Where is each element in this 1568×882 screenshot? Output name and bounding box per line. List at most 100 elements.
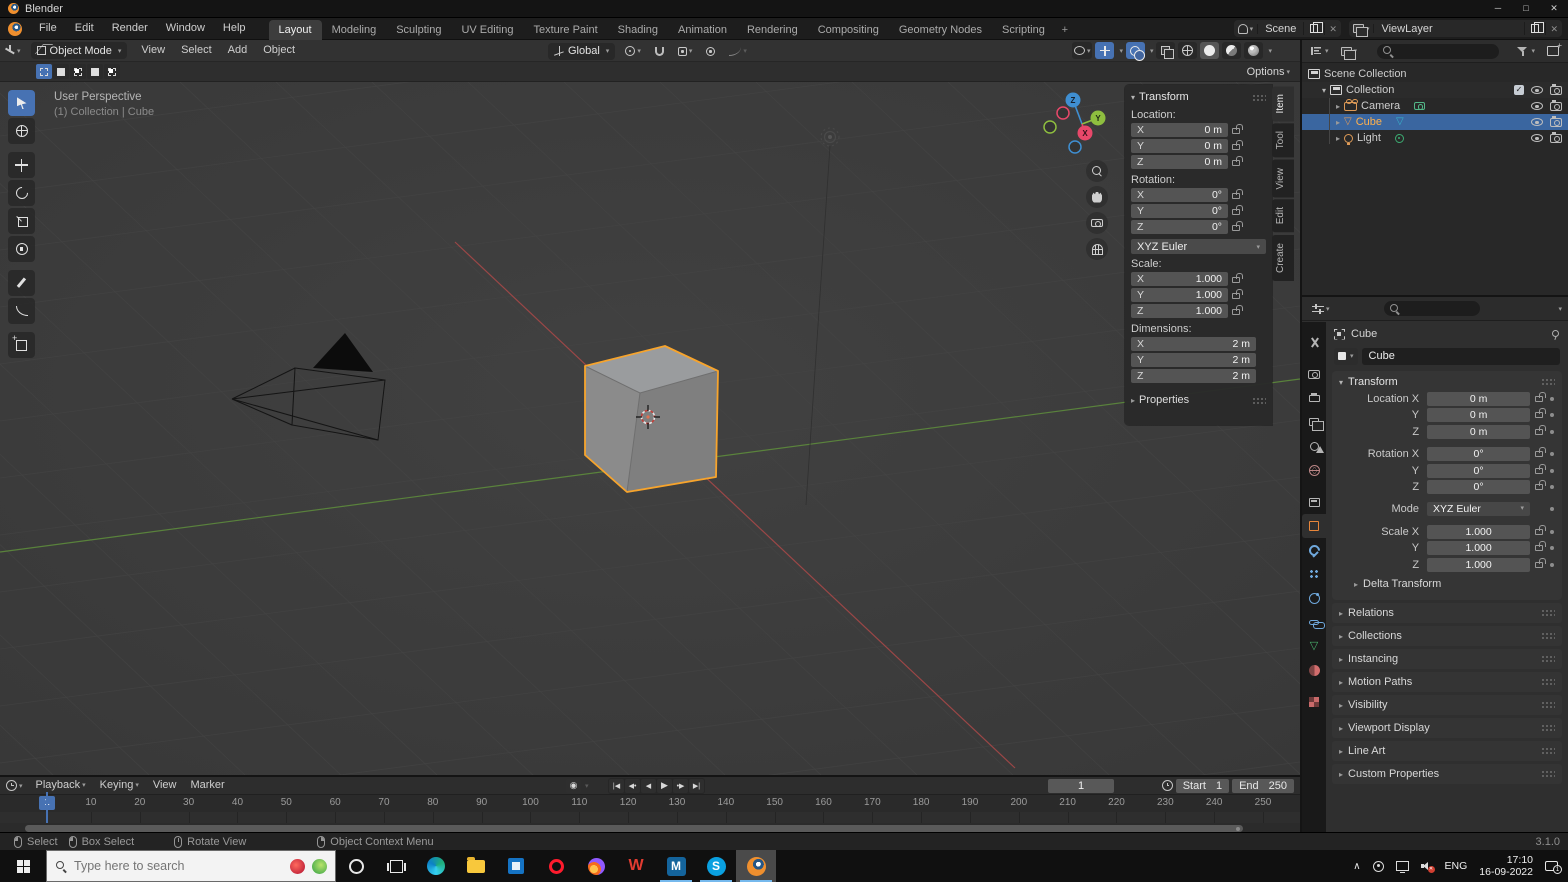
lock-open-icon[interactable] bbox=[1535, 408, 1546, 419]
section-custom-properties[interactable]: Custom Properties bbox=[1332, 763, 1562, 784]
maximize-button[interactable] bbox=[1512, 0, 1540, 17]
menu-keying[interactable]: Keying bbox=[93, 775, 146, 796]
taskbar-app-skype[interactable] bbox=[696, 850, 736, 882]
current-frame-field[interactable]: 1 bbox=[1048, 778, 1114, 793]
pin-icon[interactable] bbox=[1549, 329, 1560, 340]
tab-collection[interactable] bbox=[1302, 490, 1326, 514]
close-button[interactable] bbox=[1540, 0, 1568, 17]
proportional-falloff-dropdown[interactable] bbox=[725, 47, 751, 56]
workspace-tab-texture-paint[interactable]: Texture Paint bbox=[523, 20, 607, 40]
loc-z-field[interactable]: Z 0 m bbox=[1131, 155, 1228, 169]
lock-open-icon[interactable] bbox=[1535, 479, 1546, 490]
select-mode-invert[interactable] bbox=[87, 64, 103, 79]
timeline-channel[interactable] bbox=[0, 812, 1300, 823]
lock-open-icon[interactable] bbox=[1232, 140, 1243, 150]
lock-open-icon[interactable] bbox=[1535, 557, 1546, 568]
lock-open-icon[interactable] bbox=[1232, 189, 1243, 199]
proportional-edit-toggle[interactable] bbox=[702, 46, 719, 56]
camera-view-button[interactable] bbox=[1086, 212, 1108, 234]
disclosure-icon[interactable] bbox=[1322, 84, 1326, 96]
animate-dot[interactable] bbox=[1550, 507, 1554, 512]
tab-physics[interactable] bbox=[1302, 586, 1326, 610]
taskbar-app-file-explorer[interactable] bbox=[456, 850, 496, 882]
menu-playback[interactable]: Playback bbox=[29, 775, 93, 796]
snap-settings-dropdown[interactable] bbox=[674, 46, 697, 56]
menu-file[interactable]: File bbox=[30, 18, 66, 39]
rotation-mode-dropdown[interactable]: XYZ Euler bbox=[1131, 239, 1266, 254]
disclosure-icon[interactable] bbox=[1336, 132, 1340, 144]
perspective-toggle-button[interactable] bbox=[1086, 238, 1108, 260]
new-scene-button[interactable] bbox=[1303, 22, 1324, 35]
lock-open-icon[interactable] bbox=[1232, 305, 1243, 315]
animate-dot[interactable] bbox=[1550, 529, 1554, 534]
transform-panel-header[interactable]: Transform bbox=[1131, 89, 1266, 105]
scale-x-field[interactable]: X 1.000 bbox=[1131, 272, 1228, 286]
sidebar-tab-create[interactable]: Create bbox=[1272, 234, 1294, 281]
shading-rendered-button[interactable] bbox=[1244, 42, 1264, 59]
lock-open-icon[interactable] bbox=[1535, 447, 1546, 458]
properties-panel-header[interactable]: Properties bbox=[1131, 392, 1266, 408]
animate-dot[interactable] bbox=[1550, 546, 1554, 551]
menu-object[interactable]: Object bbox=[255, 40, 303, 61]
timeline-editor-button[interactable] bbox=[0, 780, 29, 791]
loc-x-field[interactable]: X 0 m bbox=[1131, 123, 1228, 137]
scene-name[interactable]: Scene bbox=[1258, 23, 1303, 35]
animate-dot[interactable] bbox=[1550, 397, 1554, 401]
panel-grip-icon[interactable] bbox=[1541, 632, 1555, 640]
workspace-tab-geometry-nodes[interactable]: Geometry Nodes bbox=[889, 20, 992, 40]
gizmo-neg-x[interactable] bbox=[1056, 106, 1070, 120]
property-value-field[interactable]: 1.000 bbox=[1427, 541, 1531, 556]
tab-view-layer[interactable] bbox=[1302, 410, 1326, 434]
section-relations[interactable]: Relations bbox=[1332, 602, 1562, 623]
keying-dropdown[interactable] bbox=[585, 782, 589, 790]
sidebar-tab-item[interactable]: Item bbox=[1272, 86, 1294, 122]
outliner-row-light[interactable]: Light bbox=[1302, 130, 1568, 146]
delete-viewlayer-button[interactable] bbox=[1545, 22, 1562, 35]
tab-render[interactable] bbox=[1302, 362, 1326, 386]
scale-z-field[interactable]: Z 1.000 bbox=[1131, 304, 1228, 318]
lock-open-icon[interactable] bbox=[1535, 392, 1546, 402]
outliner-display-mode-button[interactable] bbox=[1337, 46, 1362, 60]
workspace-tab-modeling[interactable]: Modeling bbox=[322, 20, 387, 40]
tool-cursor[interactable] bbox=[8, 118, 35, 144]
taskbar-app-photos[interactable] bbox=[496, 850, 536, 882]
lock-open-icon[interactable] bbox=[1232, 205, 1243, 215]
animate-dot[interactable] bbox=[1550, 452, 1554, 457]
panel-grip-icon[interactable] bbox=[1541, 655, 1555, 663]
lock-open-icon[interactable] bbox=[1535, 524, 1546, 535]
outliner-row-cube[interactable]: Cube bbox=[1302, 114, 1568, 130]
taskbar-app-edge[interactable] bbox=[416, 850, 456, 882]
tray-expand-icon[interactable] bbox=[1353, 860, 1360, 872]
taskbar-app-wps[interactable] bbox=[616, 850, 656, 882]
notifications-icon[interactable]: 1 bbox=[1545, 861, 1562, 874]
new-collection-button[interactable] bbox=[1543, 41, 1563, 56]
panel-grip-icon[interactable] bbox=[1541, 701, 1555, 709]
outliner-row-camera[interactable]: Camera bbox=[1302, 98, 1568, 114]
select-mode-extend[interactable] bbox=[53, 64, 69, 79]
section-motion-paths[interactable]: Motion Paths bbox=[1332, 671, 1562, 692]
panel-grip-icon[interactable] bbox=[1541, 770, 1555, 778]
section-visibility[interactable]: Visibility bbox=[1332, 694, 1562, 715]
lock-open-icon[interactable] bbox=[1232, 124, 1243, 134]
hide-viewport-icon[interactable] bbox=[1531, 102, 1543, 110]
hide-viewport-icon[interactable] bbox=[1531, 118, 1543, 126]
workspace-tab-shading[interactable]: Shading bbox=[608, 20, 668, 40]
transform-panel-header[interactable]: Transform bbox=[1332, 371, 1562, 392]
scene-icon[interactable] bbox=[1234, 23, 1259, 34]
volume-muted-icon[interactable] bbox=[1420, 861, 1435, 873]
hide-viewport-icon[interactable] bbox=[1531, 86, 1543, 94]
lock-open-icon[interactable] bbox=[1535, 541, 1546, 552]
auto-keying-button[interactable] bbox=[566, 778, 581, 793]
new-workspace-button[interactable] bbox=[1055, 20, 1075, 40]
viewlayer-name[interactable]: ViewLayer bbox=[1374, 23, 1524, 35]
tool-scale[interactable] bbox=[8, 208, 35, 234]
section-collections[interactable]: Collections bbox=[1332, 625, 1562, 646]
workspace-tab-uv-editing[interactable]: UV Editing bbox=[451, 20, 523, 40]
menu-edit[interactable]: Edit bbox=[66, 18, 103, 39]
workspace-tab-compositing[interactable]: Compositing bbox=[808, 20, 889, 40]
rotation-mode-dropdown[interactable]: XYZ Euler bbox=[1427, 502, 1531, 517]
tab-texture[interactable] bbox=[1302, 690, 1326, 714]
clock[interactable]: 17:10 16-09-2022 bbox=[1479, 854, 1533, 878]
orientation-dropdown[interactable]: Global bbox=[548, 42, 616, 60]
property-value-field[interactable]: 0 m bbox=[1427, 408, 1531, 423]
